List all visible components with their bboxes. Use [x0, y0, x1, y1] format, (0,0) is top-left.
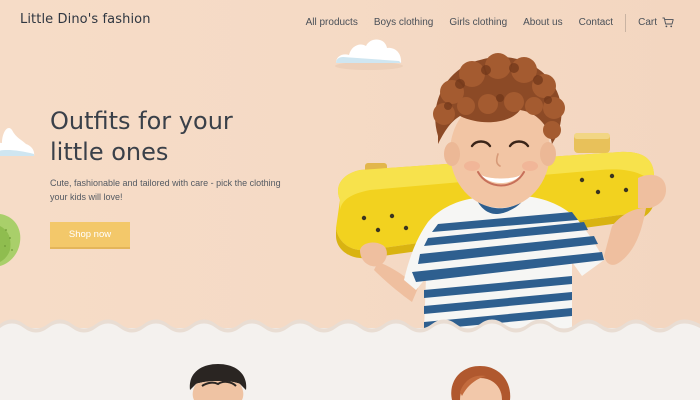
- nav-link-about-us[interactable]: About us: [523, 17, 562, 28]
- nav-link-all-products[interactable]: All products: [306, 17, 358, 28]
- hero-section: Little Dino's fashion All products Boys …: [0, 0, 700, 328]
- nav-link-boys-clothing[interactable]: Boys clothing: [374, 17, 433, 28]
- cart-button[interactable]: Cart: [638, 13, 674, 32]
- nav-link-girls-clothing[interactable]: Girls clothing: [449, 17, 507, 28]
- hero-headline-line-1: Outfits for your: [50, 107, 233, 135]
- nav-divider: [625, 13, 627, 32]
- shop-now-button[interactable]: Shop now: [50, 222, 130, 247]
- nav-link-contact[interactable]: Contact: [579, 17, 613, 28]
- shopping-cart-icon: [662, 13, 674, 32]
- wave-divider: [0, 319, 700, 334]
- cart-label: Cart: [638, 17, 657, 28]
- hero-headline-line-2: little ones: [50, 138, 169, 166]
- cloud-decoration: [0, 127, 35, 156]
- boys-clothing-photo: [189, 364, 247, 400]
- hero-photo-boy-with-skateboard: [336, 53, 666, 328]
- girls-clothing-photo: [451, 366, 511, 400]
- nav-menu: All products Boys clothing Girls clothin…: [290, 13, 674, 32]
- green-leaf-decoration: [0, 214, 21, 266]
- hero-subtext: Cute, fashionable and tailored with care…: [50, 178, 281, 202]
- brand-logo-text[interactable]: Little Dino's fashion: [20, 12, 151, 27]
- hero-headline: Outfits for your little ones: [50, 106, 290, 168]
